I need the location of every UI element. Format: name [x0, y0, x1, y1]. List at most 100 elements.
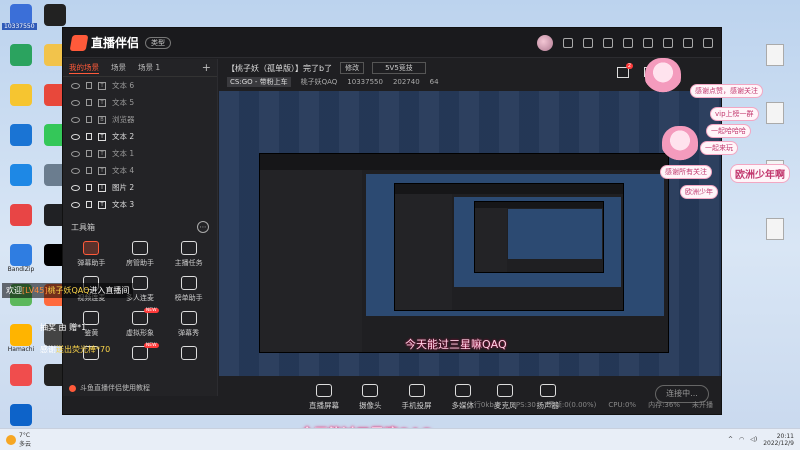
desktop-file-icon[interactable]: [758, 102, 792, 124]
lock-icon[interactable]: [86, 82, 92, 89]
eye-icon[interactable]: [71, 167, 80, 174]
eye-icon[interactable]: [71, 150, 80, 157]
chevron-up-icon[interactable]: ^: [728, 436, 733, 443]
category-selector[interactable]: 5V5竞技: [372, 62, 426, 74]
desktop-icon[interactable]: [6, 44, 36, 66]
edit-title-button[interactable]: 修改: [340, 62, 365, 74]
tool-icon: [83, 241, 100, 255]
desktop-icon[interactable]: BandiZip: [6, 244, 36, 273]
sticker-2: vip上榜一群: [710, 107, 759, 121]
tutorial-link[interactable]: 斗鱼直播伴侣使用教程: [69, 383, 150, 393]
clock[interactable]: 20:11 2022/12/9: [763, 433, 794, 447]
tool-label: 房管助手: [125, 259, 154, 267]
sticker-6: 欧洲少年啊: [730, 164, 790, 183]
app-icon: [44, 4, 66, 26]
lock-icon[interactable]: [86, 99, 92, 106]
app-icon: [10, 324, 32, 346]
layer-item[interactable]: T 文本 2: [63, 128, 217, 145]
game-tag[interactable]: CS:GO - 带粉上车: [227, 77, 291, 87]
tool-item[interactable]: 弹幕秀: [164, 311, 213, 338]
eye-icon[interactable]: [71, 184, 80, 191]
layer-type-icon: T: [98, 200, 106, 209]
lock-icon[interactable]: [86, 133, 92, 140]
more-icon[interactable]: ⋯: [197, 221, 209, 233]
avatar[interactable]: [537, 34, 553, 51]
source-icon: [497, 383, 514, 397]
shirt-icon[interactable]: [623, 37, 633, 48]
sticker-5: 感谢所有关注: [660, 165, 712, 179]
welcome-suffix: 进入直播间: [89, 286, 130, 295]
tool-item[interactable]: 榜单助手: [164, 276, 213, 303]
tool-item[interactable]: [164, 346, 213, 363]
status-item: 内存:36%: [648, 401, 680, 409]
tab-scene[interactable]: 场景: [111, 62, 126, 73]
lock-icon[interactable]: [86, 201, 92, 208]
file-icon: [766, 44, 784, 66]
eye-icon[interactable]: [71, 133, 80, 140]
desktop-icon-label: Hamachi: [7, 346, 35, 353]
minimize-icon[interactable]: [663, 37, 673, 48]
tab-my-scenes[interactable]: 我的场景: [69, 62, 99, 74]
tool-item[interactable]: 房管助手: [116, 241, 165, 268]
desktop-icon[interactable]: [6, 84, 36, 106]
close-icon[interactable]: [703, 37, 713, 48]
date: 2022/12/9: [763, 439, 794, 447]
desktop-icon[interactable]: [6, 164, 36, 186]
layer-item[interactable]: I 图片 2: [63, 179, 217, 196]
layer-name: 文本 3: [112, 200, 135, 209]
gift-prefix: 感谢: [40, 345, 56, 354]
layer-item[interactable]: T 文本 3: [63, 196, 217, 213]
message-icon[interactable]: [583, 37, 593, 48]
wifi-icon[interactable]: ◠: [739, 436, 744, 443]
type-button[interactable]: 类型: [145, 36, 172, 49]
layer-item[interactable]: T 文本 5: [63, 94, 217, 111]
viewer-count: 64: [429, 78, 439, 86]
desktop-icon[interactable]: [6, 124, 36, 146]
layer-type-icon: T: [98, 81, 106, 90]
layer-type-icon: T: [98, 98, 106, 107]
lock-icon[interactable]: [86, 184, 92, 191]
desktop-file-icon[interactable]: [758, 44, 792, 66]
eye-icon[interactable]: [71, 116, 80, 123]
lock-icon[interactable]: [86, 167, 92, 174]
tab-scene-1[interactable]: 场景 1: [138, 62, 160, 73]
desktop-file-icon[interactable]: [758, 218, 792, 240]
eye-icon[interactable]: [71, 82, 80, 89]
lock-icon[interactable]: [86, 116, 92, 123]
screen-icon[interactable]: [603, 37, 613, 48]
tool-icon: [131, 241, 148, 255]
app-icon: [10, 84, 32, 106]
maximize-icon[interactable]: [683, 37, 693, 48]
weather-desc: 多云: [19, 440, 32, 448]
tool-item[interactable]: NEW 虚拟形象: [116, 308, 165, 338]
tool-item[interactable]: 弹幕助手: [67, 241, 116, 268]
desktop-icon[interactable]: Hamachi: [6, 324, 36, 353]
layer-item[interactable]: T 文本 4: [63, 162, 217, 179]
layer-item[interactable]: T 文本 6: [63, 77, 217, 94]
app-icon: [10, 44, 32, 66]
desktop-icon[interactable]: [6, 404, 36, 426]
stream-preview[interactable]: [219, 91, 721, 376]
desktop-icon[interactable]: [6, 364, 36, 386]
volume-icon[interactable]: ◁): [750, 436, 757, 443]
layer-item[interactable]: B 浏览器: [63, 111, 217, 128]
app-icon: [10, 124, 32, 146]
menu-icon[interactable]: [643, 37, 653, 48]
eye-icon[interactable]: [71, 99, 80, 106]
layer-type-icon: B: [98, 115, 106, 124]
add-scene-icon[interactable]: +: [202, 61, 211, 74]
weather-widget[interactable]: 7°C 多云: [6, 432, 31, 448]
eye-icon[interactable]: [71, 201, 80, 208]
toolbox-title: 工具箱: [71, 222, 95, 232]
layer-name: 文本 4: [112, 166, 135, 175]
status-item: 未开播: [692, 401, 713, 409]
desktop-icon[interactable]: [40, 4, 70, 26]
gift-icon[interactable]: 2: [617, 63, 633, 78]
app-icon: [10, 164, 32, 186]
desktop-icon[interactable]: [6, 204, 36, 226]
headset-icon[interactable]: [563, 37, 573, 48]
tool-item[interactable]: 主播任务: [164, 241, 213, 268]
lock-icon[interactable]: [86, 150, 92, 157]
tool-item[interactable]: NEW: [116, 343, 165, 363]
layer-item[interactable]: T 文本 1: [63, 145, 217, 162]
